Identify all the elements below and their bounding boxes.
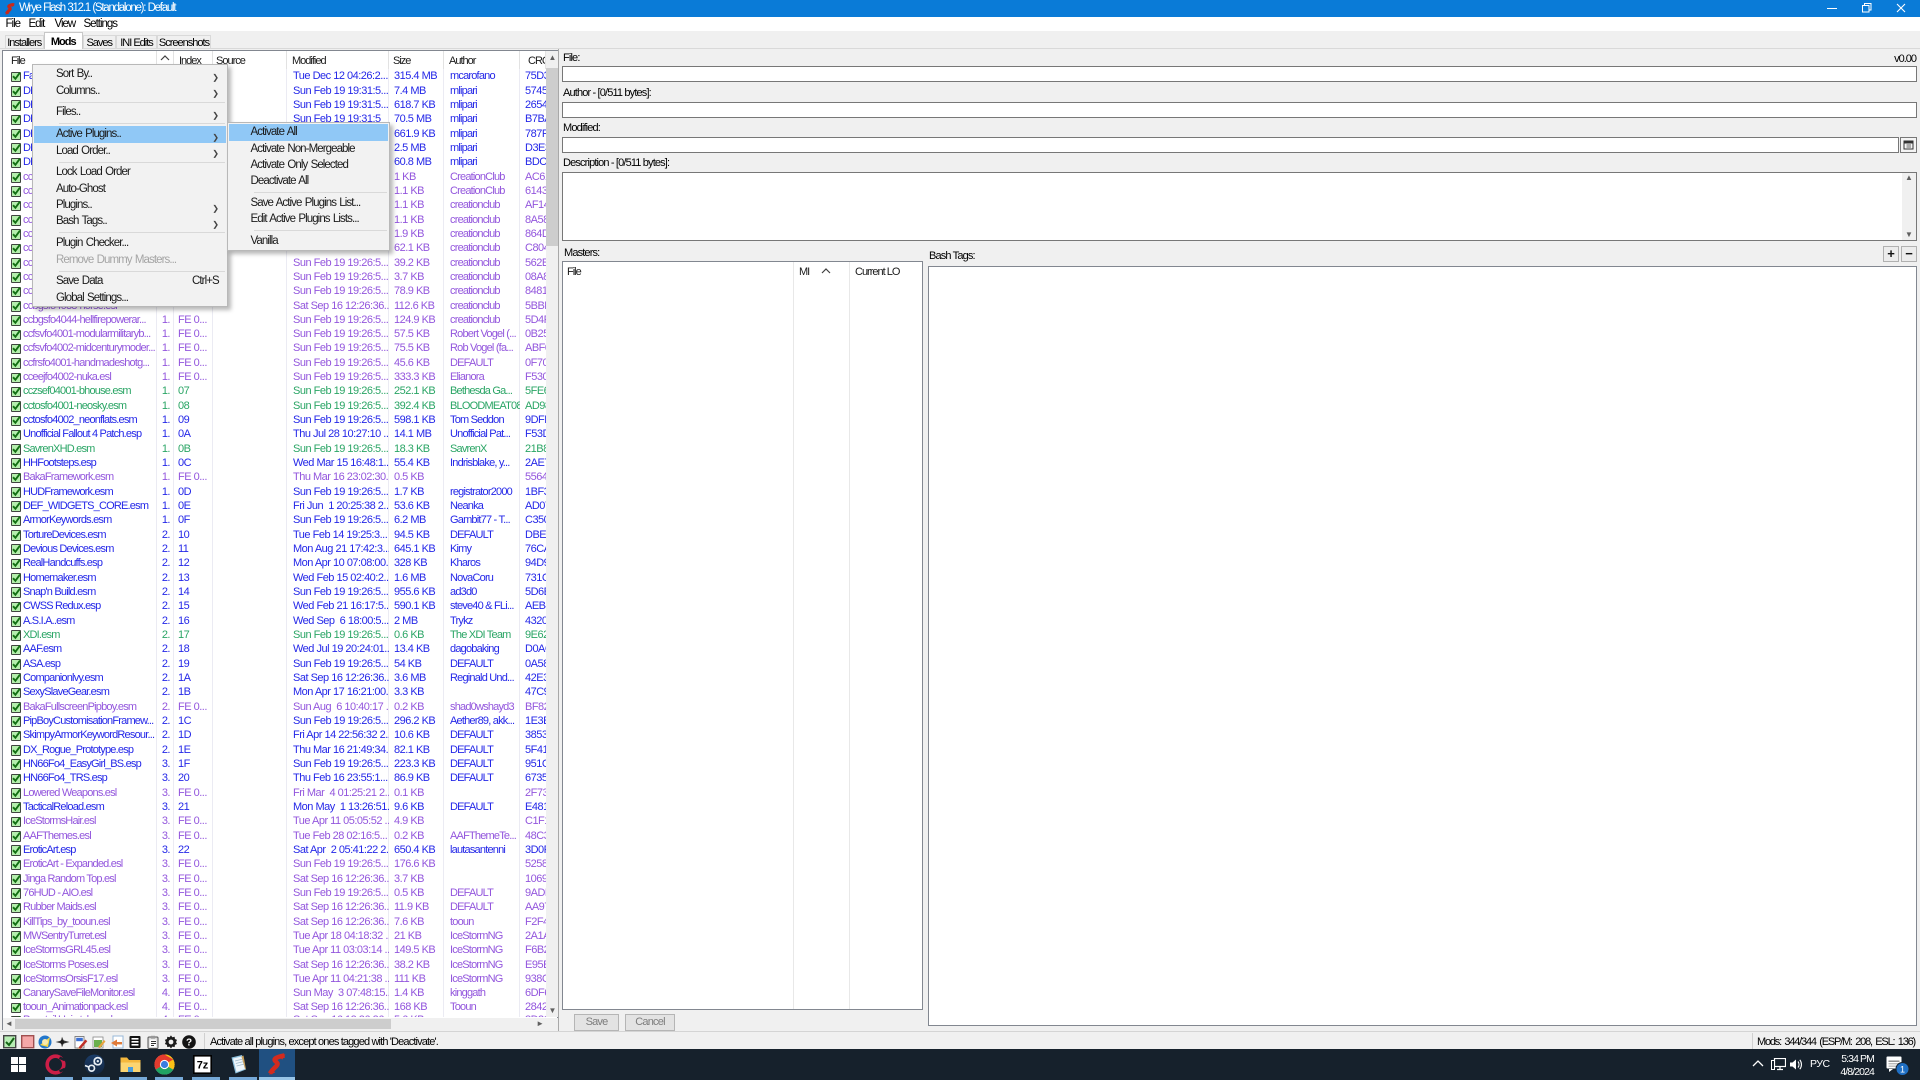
svg-text:7z: 7z	[197, 1060, 209, 1072]
svg-text:1: 1	[1900, 1065, 1905, 1075]
svg-text:?: ?	[186, 1038, 192, 1049]
